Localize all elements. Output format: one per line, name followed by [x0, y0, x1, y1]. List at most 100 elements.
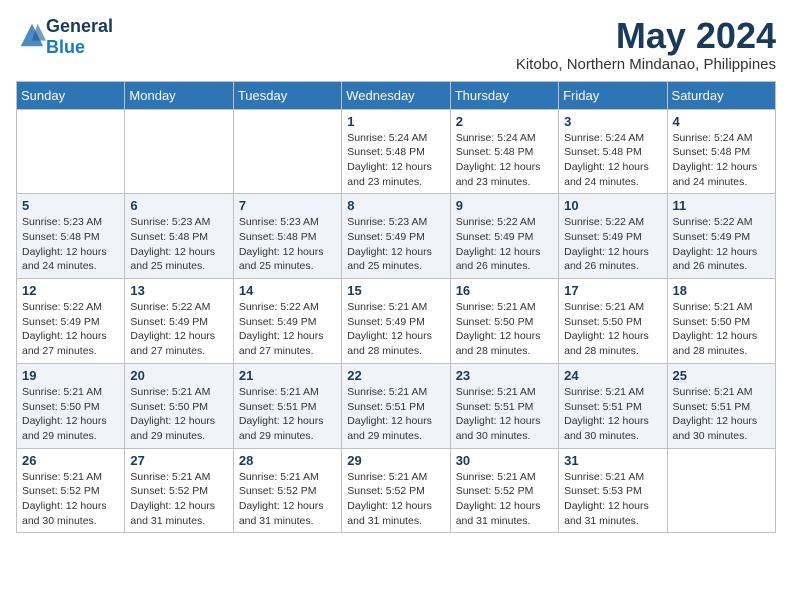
weekday-header-saturday: Saturday	[667, 81, 775, 109]
logo-blue: Blue	[46, 37, 85, 57]
day-number: 25	[673, 368, 770, 383]
day-info: Sunrise: 5:24 AM Sunset: 5:48 PM Dayligh…	[673, 131, 770, 190]
location-title: Kitobo, Northern Mindanao, Philippines	[516, 56, 776, 73]
day-info: Sunrise: 5:21 AM Sunset: 5:51 PM Dayligh…	[564, 385, 661, 444]
logo-general: General	[46, 16, 113, 36]
calendar-cell: 19 Sunrise: 5:21 AM Sunset: 5:50 PM Dayli…	[17, 363, 125, 448]
calendar-cell: 2 Sunrise: 5:24 AM Sunset: 5:48 PM Daylig…	[450, 109, 558, 194]
calendar-cell: 16Sunrise: 5:21 AM Sunset: 5:50 PM Dayli…	[450, 279, 558, 364]
calendar-cell: 11 Sunrise: 5:22 AM Sunset: 5:49 PM Dayli…	[667, 194, 775, 279]
weekday-header-sunday: Sunday	[17, 81, 125, 109]
calendar-cell	[233, 109, 341, 194]
day-number: 11	[673, 198, 770, 213]
day-info: Sunrise: 5:22 AM Sunset: 5:49 PM Dayligh…	[564, 215, 661, 274]
day-number: 20	[130, 368, 227, 383]
calendar-cell: 24 Sunrise: 5:21 AM Sunset: 5:51 PM Dayli…	[559, 363, 667, 448]
day-number: 2	[456, 114, 553, 129]
calendar-cell: 20Sunrise: 5:21 AM Sunset: 5:50 PM Dayli…	[125, 363, 233, 448]
day-info: Sunrise: 5:21 AM Sunset: 5:50 PM Dayligh…	[673, 300, 770, 359]
calendar-cell: 4 Sunrise: 5:24 AM Sunset: 5:48 PM Daylig…	[667, 109, 775, 194]
day-info: Sunrise: 5:24 AM Sunset: 5:48 PM Dayligh…	[564, 131, 661, 190]
day-number: 28	[239, 453, 336, 468]
day-info: Sunrise: 5:21 AM Sunset: 5:51 PM Dayligh…	[347, 385, 444, 444]
calendar-cell: 5 Sunrise: 5:23 AM Sunset: 5:48 PM Daylig…	[17, 194, 125, 279]
day-number: 22	[347, 368, 444, 383]
day-number: 4	[673, 114, 770, 129]
day-info: Sunrise: 5:23 AM Sunset: 5:48 PM Dayligh…	[239, 215, 336, 274]
calendar-cell: 18 Sunrise: 5:21 AM Sunset: 5:50 PM Dayli…	[667, 279, 775, 364]
calendar-cell: 22 Sunrise: 5:21 AM Sunset: 5:51 PM Dayli…	[342, 363, 450, 448]
month-title: May 2024	[516, 16, 776, 56]
day-info: Sunrise: 5:21 AM Sunset: 5:51 PM Dayligh…	[673, 385, 770, 444]
calendar-cell: 10 Sunrise: 5:22 AM Sunset: 5:49 PM Dayli…	[559, 194, 667, 279]
day-number: 7	[239, 198, 336, 213]
day-info: Sunrise: 5:22 AM Sunset: 5:49 PM Dayligh…	[456, 215, 553, 274]
calendar-cell: 31 Sunrise: 5:21 AM Sunset: 5:53 PM Dayli…	[559, 448, 667, 533]
day-number: 24	[564, 368, 661, 383]
day-number: 13	[130, 283, 227, 298]
calendar-cell	[125, 109, 233, 194]
calendar-cell: 21 Sunrise: 5:21 AM Sunset: 5:51 PM Dayli…	[233, 363, 341, 448]
day-info: Sunrise: 5:21 AM Sunset: 5:51 PM Dayligh…	[456, 385, 553, 444]
calendar-cell: 7 Sunrise: 5:23 AM Sunset: 5:48 PM Daylig…	[233, 194, 341, 279]
day-number: 18	[673, 283, 770, 298]
calendar-cell: 28Sunrise: 5:21 AM Sunset: 5:52 PM Dayli…	[233, 448, 341, 533]
day-info: Sunrise: 5:21 AM Sunset: 5:52 PM Dayligh…	[22, 470, 119, 529]
day-info: Sunrise: 5:22 AM Sunset: 5:49 PM Dayligh…	[22, 300, 119, 359]
calendar-cell: 1Sunrise: 5:24 AM Sunset: 5:48 PM Daylig…	[342, 109, 450, 194]
day-info: Sunrise: 5:22 AM Sunset: 5:49 PM Dayligh…	[673, 215, 770, 274]
day-info: Sunrise: 5:21 AM Sunset: 5:49 PM Dayligh…	[347, 300, 444, 359]
calendar-cell: 8 Sunrise: 5:23 AM Sunset: 5:49 PM Daylig…	[342, 194, 450, 279]
day-info: Sunrise: 5:21 AM Sunset: 5:52 PM Dayligh…	[456, 470, 553, 529]
logo-icon	[18, 21, 46, 49]
day-number: 9	[456, 198, 553, 213]
day-number: 6	[130, 198, 227, 213]
calendar-cell: 17Sunrise: 5:21 AM Sunset: 5:50 PM Dayli…	[559, 279, 667, 364]
day-number: 27	[130, 453, 227, 468]
weekday-header-tuesday: Tuesday	[233, 81, 341, 109]
calendar-week-row: 26 Sunrise: 5:21 AM Sunset: 5:52 PM Dayli…	[17, 448, 776, 533]
calendar-week-row: 19 Sunrise: 5:21 AM Sunset: 5:50 PM Dayli…	[17, 363, 776, 448]
day-number: 29	[347, 453, 444, 468]
day-info: Sunrise: 5:22 AM Sunset: 5:49 PM Dayligh…	[239, 300, 336, 359]
calendar-cell: 6 Sunrise: 5:23 AM Sunset: 5:48 PM Daylig…	[125, 194, 233, 279]
day-info: Sunrise: 5:21 AM Sunset: 5:52 PM Dayligh…	[130, 470, 227, 529]
calendar-cell	[17, 109, 125, 194]
day-info: Sunrise: 5:21 AM Sunset: 5:52 PM Dayligh…	[347, 470, 444, 529]
day-info: Sunrise: 5:24 AM Sunset: 5:48 PM Dayligh…	[456, 131, 553, 190]
calendar-week-row: 12Sunrise: 5:22 AM Sunset: 5:49 PM Dayli…	[17, 279, 776, 364]
calendar-cell: 12Sunrise: 5:22 AM Sunset: 5:49 PM Dayli…	[17, 279, 125, 364]
day-info: Sunrise: 5:23 AM Sunset: 5:49 PM Dayligh…	[347, 215, 444, 274]
day-number: 5	[22, 198, 119, 213]
weekday-header-row: SundayMondayTuesdayWednesdayThursdayFrid…	[17, 81, 776, 109]
day-number: 26	[22, 453, 119, 468]
day-info: Sunrise: 5:21 AM Sunset: 5:50 PM Dayligh…	[456, 300, 553, 359]
day-number: 10	[564, 198, 661, 213]
calendar-cell: 9 Sunrise: 5:22 AM Sunset: 5:49 PM Daylig…	[450, 194, 558, 279]
day-info: Sunrise: 5:21 AM Sunset: 5:50 PM Dayligh…	[22, 385, 119, 444]
calendar-week-row: 1Sunrise: 5:24 AM Sunset: 5:48 PM Daylig…	[17, 109, 776, 194]
day-info: Sunrise: 5:21 AM Sunset: 5:51 PM Dayligh…	[239, 385, 336, 444]
day-number: 21	[239, 368, 336, 383]
calendar-cell: 13Sunrise: 5:22 AM Sunset: 5:49 PM Dayli…	[125, 279, 233, 364]
logo: General Blue	[16, 16, 113, 58]
day-number: 8	[347, 198, 444, 213]
day-number: 30	[456, 453, 553, 468]
calendar-cell: 23 Sunrise: 5:21 AM Sunset: 5:51 PM Dayli…	[450, 363, 558, 448]
day-number: 19	[22, 368, 119, 383]
weekday-header-wednesday: Wednesday	[342, 81, 450, 109]
day-info: Sunrise: 5:21 AM Sunset: 5:53 PM Dayligh…	[564, 470, 661, 529]
calendar-cell: 27 Sunrise: 5:21 AM Sunset: 5:52 PM Dayli…	[125, 448, 233, 533]
day-number: 3	[564, 114, 661, 129]
day-number: 23	[456, 368, 553, 383]
day-number: 31	[564, 453, 661, 468]
day-info: Sunrise: 5:23 AM Sunset: 5:48 PM Dayligh…	[130, 215, 227, 274]
calendar-cell	[667, 448, 775, 533]
calendar-cell: 29 Sunrise: 5:21 AM Sunset: 5:52 PM Dayli…	[342, 448, 450, 533]
day-info: Sunrise: 5:23 AM Sunset: 5:48 PM Dayligh…	[22, 215, 119, 274]
calendar-cell: 30 Sunrise: 5:21 AM Sunset: 5:52 PM Dayli…	[450, 448, 558, 533]
weekday-header-friday: Friday	[559, 81, 667, 109]
calendar-week-row: 5 Sunrise: 5:23 AM Sunset: 5:48 PM Daylig…	[17, 194, 776, 279]
calendar-cell: 25 Sunrise: 5:21 AM Sunset: 5:51 PM Dayli…	[667, 363, 775, 448]
day-info: Sunrise: 5:21 AM Sunset: 5:50 PM Dayligh…	[564, 300, 661, 359]
